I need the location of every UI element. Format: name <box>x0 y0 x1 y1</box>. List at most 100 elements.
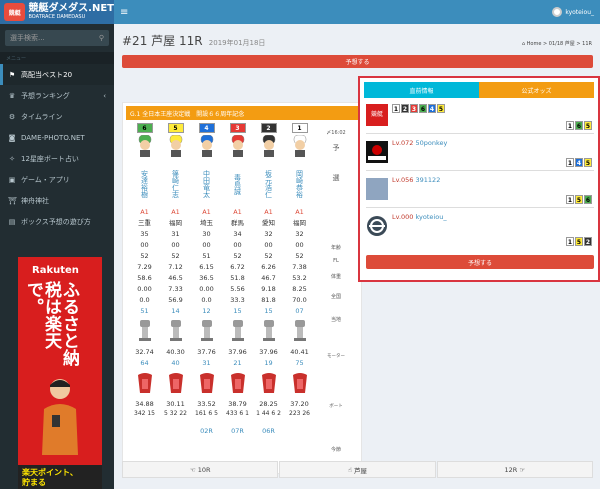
row-label-local: 当地 <box>330 317 341 323</box>
racer-branch: 埼玉 <box>200 219 213 227</box>
boat-number: 40 <box>171 359 180 367</box>
racer-avatar-icon[interactable] <box>137 134 153 157</box>
racer-national-rate-2: 36.5 <box>199 274 214 282</box>
feed-predict-button[interactable]: 予想する <box>366 255 594 269</box>
sidebar-item-ranking[interactable]: ♛ 予想ランキング ‹ <box>0 85 114 106</box>
row-label-motor: モーター <box>327 354 345 359</box>
tenkai-race[interactable] <box>162 426 189 437</box>
row-label-age: 年齢 <box>330 245 341 251</box>
damedasu-logo-icon: 競艇 <box>366 104 388 126</box>
boat-number: 21 <box>233 359 242 367</box>
racer-branch: 三重 <box>138 219 151 227</box>
racer-name[interactable]: 安達裕樹 <box>141 161 149 207</box>
racer-branch: 福岡 <box>293 219 306 227</box>
tab-official-odds[interactable]: 公式オッズ <box>479 82 594 98</box>
prediction-number: 5 <box>575 237 583 246</box>
main-content: #21 芦屋 11R 2019年01月18日 ⌂ Home > 01/18 芦屋… <box>114 24 600 489</box>
race-side-mark-2: 選 <box>332 174 340 182</box>
sidebar-item-timeline[interactable]: ⚙ タイムライン <box>0 106 114 127</box>
today-results: 1 44 6 2 <box>256 410 281 417</box>
ad-logo: Rakuten <box>32 265 79 276</box>
hamburger-menu-icon[interactable]: ≡ <box>120 7 128 18</box>
predict-button[interactable]: 予想する <box>122 55 593 68</box>
next-race-button[interactable]: 12R ☞ <box>436 461 593 478</box>
race-navigation: ☜ 10R ☝ 芦屋 12R ☞ <box>122 461 593 478</box>
tenkai-race[interactable] <box>131 426 158 437</box>
search-icon[interactable]: ⚲ <box>99 34 104 42</box>
ad-bottom-line1: 楽天ポイント、 <box>22 468 78 477</box>
prediction-number: 1 <box>566 237 574 246</box>
feed-item[interactable]: Lv.000 kyoteiou_ 152 <box>366 209 594 249</box>
prev-race-button[interactable]: ☜ 10R <box>122 461 279 478</box>
racer-fl: 00 <box>264 241 273 249</box>
racer-rank: A1 <box>171 208 180 216</box>
racer-avatar-icon[interactable] <box>168 134 184 157</box>
boat-number: 31 <box>202 359 211 367</box>
brand[interactable]: 競艇 競艇ダメダス.NET BOATRACE DAMEDASU <box>0 0 114 24</box>
prediction-numbers: 156 <box>566 195 592 204</box>
prediction-number: 1 <box>566 195 574 204</box>
feed-user: Lv.000 kyoteiou_ <box>392 213 447 221</box>
racer-avatar-icon[interactable] <box>261 134 277 157</box>
racer-weight: 52 <box>295 252 304 260</box>
racer-name[interactable]: 坂元浩仁 <box>265 161 273 207</box>
prediction-numbers: 165 <box>566 121 592 130</box>
sidebar-item-shrine[interactable]: ⛩ 神舟神社 <box>0 190 114 211</box>
sidebar-item-high-payout[interactable]: ⚑ 高配当ベスト20 <box>0 64 114 85</box>
row-label-fl: FL <box>333 258 339 264</box>
breadcrumb-home[interactable]: Home <box>527 41 542 47</box>
feed-item[interactable]: Lv.072 50ponkey 145 <box>366 135 594 171</box>
racer-column: 4 中田竜太 A1 埼玉 30 00 51 6.15 36.5 0.00 0.0 12 37.76 31 3… <box>193 123 220 437</box>
racer-column: 2 坂元浩仁 A1 愛知 32 00 52 6.26 46.7 9.18 81.8 15 37.96 19… <box>255 123 282 437</box>
breadcrumb: ⌂ Home > 01/18 芦屋 > 11R <box>521 41 592 47</box>
feed-item[interactable]: 競艇 123645 165 <box>366 100 594 134</box>
feed-item[interactable]: Lv.056 391122 156 <box>366 172 594 208</box>
racer-national-rate-2: 51.8 <box>230 274 245 282</box>
racer-national-rate: 7.29 <box>137 263 152 271</box>
racer-column: 1 岡崎恭裕 A1 福岡 32 00 52 7.38 53.2 8.25 70.0 07 40.41 75… <box>286 123 313 437</box>
rakuten-ad-banner[interactable]: Rakuten ふるさと納税は楽天で。 楽天ポイント、 貯まる <box>18 257 102 489</box>
racer-name[interactable]: 岡崎恭裕 <box>296 161 304 207</box>
username: kyoteiou_ <box>565 8 594 16</box>
racer-national-rate-2: 58.6 <box>137 274 152 282</box>
gear-icon: ⚙ <box>8 112 16 121</box>
default-avatar-icon <box>366 215 388 237</box>
feed-user-name[interactable]: kyoteiou_ <box>416 213 447 221</box>
tenkai-race[interactable]: 07R <box>224 426 251 437</box>
page-date: 2019年01月18日 <box>208 39 266 47</box>
racer-age: 32 <box>295 230 304 238</box>
ad-headline: ふるさと納税は楽天で。 <box>23 281 79 366</box>
tenkai-race[interactable]: 02R <box>193 426 220 437</box>
tenkai-race[interactable] <box>286 426 313 437</box>
boat-rate: 33.52 <box>197 400 216 408</box>
feed-user-name[interactable]: 50ponkey <box>416 139 448 147</box>
feed-user-name[interactable]: 391122 <box>416 176 441 184</box>
racer-name[interactable]: 中田竜太 <box>203 161 211 207</box>
sidebar-item-label: ボックス予想の遊び方 <box>21 217 91 226</box>
racer-national-rate: 6.15 <box>199 263 214 271</box>
tab-pre-race-info[interactable]: 直前情報 <box>364 82 479 98</box>
user-menu[interactable]: kyoteiou_ <box>552 7 594 17</box>
racer-name[interactable]: 毒島誠 <box>234 161 242 207</box>
venue-button[interactable]: ☝ 芦屋 <box>279 461 436 478</box>
racer-avatar-icon[interactable] <box>230 134 246 157</box>
racer-name[interactable]: 篠崎仁志 <box>172 161 180 207</box>
racer-weight: 52 <box>233 252 242 260</box>
sidebar-item-photo[interactable]: ◙ DAME-PHOTO.NET <box>0 127 114 148</box>
sidebar-item-box-guide[interactable]: ▤ ボックス予想の遊び方 <box>0 211 114 232</box>
sidebar-item-games[interactable]: ▣ ゲーム・アプリ <box>0 169 114 190</box>
racer-age: 30 <box>202 230 211 238</box>
prediction-number: 6 <box>584 195 592 204</box>
racer-local-rate: 5.56 <box>230 285 245 293</box>
racer-avatar-icon[interactable] <box>199 134 215 157</box>
racer-avatar-icon[interactable] <box>292 134 308 157</box>
tenkai-race[interactable]: 06R <box>255 426 282 437</box>
motor-rate: 37.96 <box>259 348 278 356</box>
breadcrumb-venue[interactable]: 01/18 芦屋 <box>549 41 575 47</box>
search-input[interactable]: 選手検索... ⚲ <box>5 30 109 46</box>
motor-icon <box>200 320 213 341</box>
boat-icon <box>199 373 214 393</box>
lane-number: 6 <box>136 123 153 133</box>
user-avatar <box>366 178 388 200</box>
sidebar-item-horoscope[interactable]: ✧ 12星座ボート占い <box>0 148 114 169</box>
